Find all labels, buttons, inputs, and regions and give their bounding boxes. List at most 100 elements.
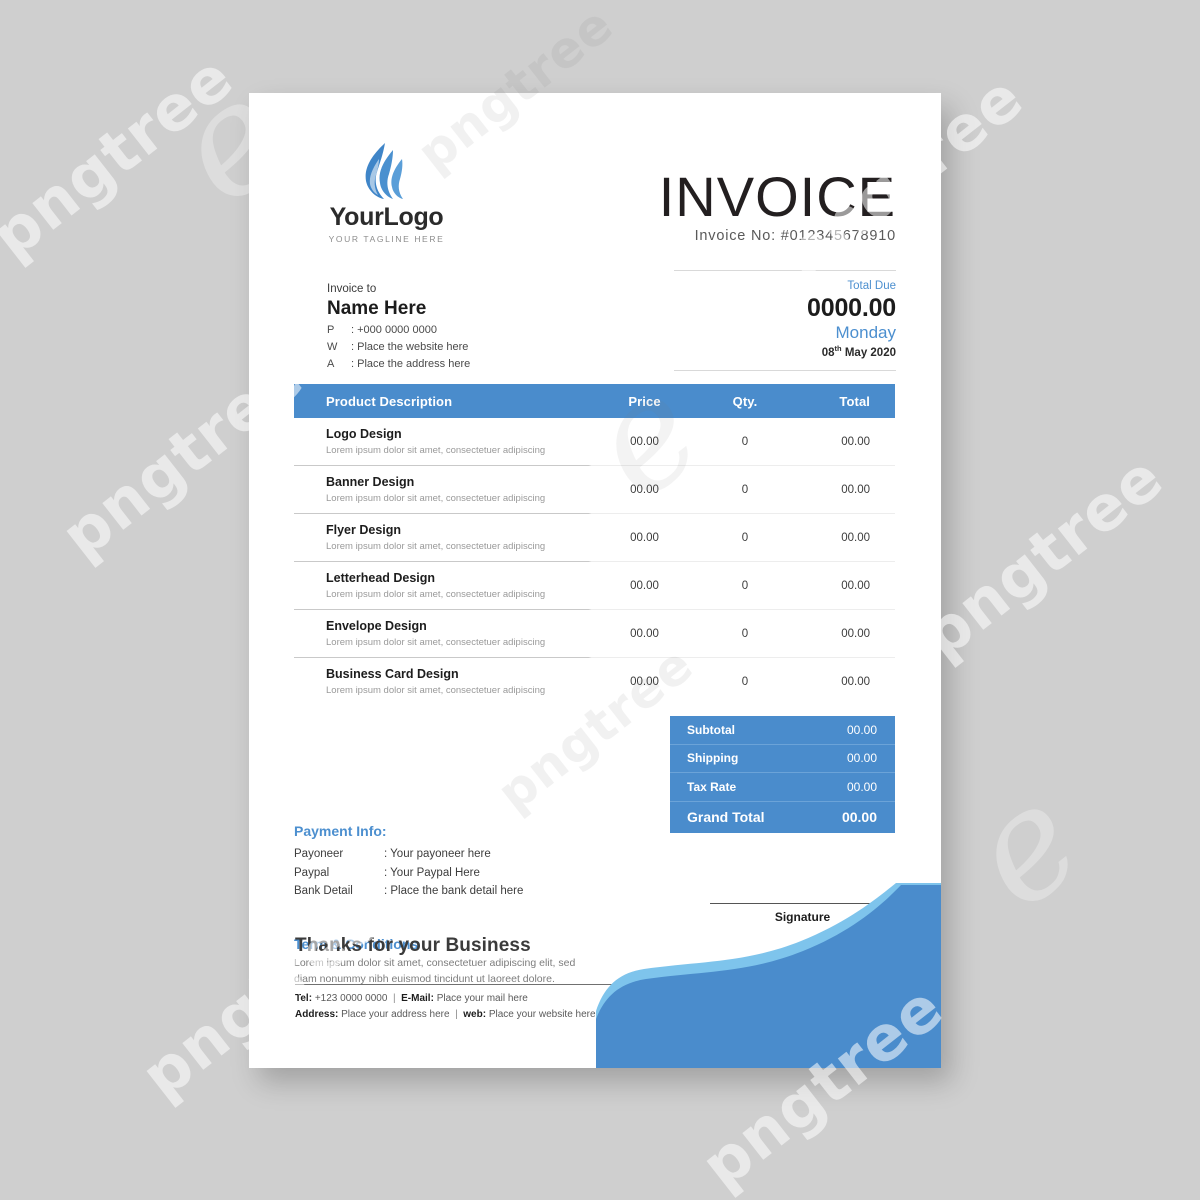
total-due-amount: 0000.00: [807, 293, 896, 322]
totals-value: 00.00: [846, 779, 877, 794]
contact-value: : Place the address here: [351, 357, 471, 370]
item-subtitle: Lorem ipsum dolor sit amet, consectetuer…: [326, 541, 546, 553]
item-price: 00.00: [630, 532, 659, 544]
totals-label: Tax Rate: [687, 779, 737, 794]
item-subtitle: Lorem ipsum dolor sit amet, consectetuer…: [326, 493, 546, 505]
item-qty: 0: [741, 436, 749, 448]
item-description-cell: Flyer Design Lorem ipsum dolor sit amet,…: [294, 522, 594, 555]
table-row: Letterhead Design Lorem ipsum dolor sit …: [294, 562, 895, 610]
contact-line-phone: P : +000 0000 0000: [327, 322, 470, 339]
contact-value: : +000 0000 0000: [351, 323, 437, 336]
watermark-text: pngtree: [0, 40, 247, 273]
item-name: Logo Design: [326, 426, 402, 441]
item-name: Letterhead Design: [326, 570, 436, 585]
column-header-price: Price: [628, 393, 661, 409]
footer-tel-label: Tel:: [295, 993, 313, 1004]
item-name: Envelope Design: [326, 618, 427, 633]
column-header-qty: Qty.: [732, 393, 758, 409]
totals-label: Shipping: [687, 751, 739, 766]
contact-key: W: [327, 340, 338, 353]
invoice-info-row: Invoice to Name Here P : +000 0000 0000 …: [249, 270, 941, 372]
column-header-description: Product Description: [326, 393, 453, 409]
contact-line-website: W : Place the website here: [327, 339, 470, 356]
contact-line-address: A : Place the address here: [327, 356, 470, 373]
item-description-cell: Logo Design Lorem ipsum dolor sit amet, …: [294, 426, 594, 459]
item-price: 00.00: [630, 676, 659, 688]
item-description-cell: Business Card Design Lorem ipsum dolor s…: [294, 666, 594, 699]
table-row: Flyer Design Lorem ipsum dolor sit amet,…: [294, 514, 895, 562]
table-row: Banner Design Lorem ipsum dolor sit amet…: [294, 466, 895, 514]
table-row: Business Card Design Lorem ipsum dolor s…: [294, 658, 895, 706]
payment-line-paypal: Paypal : Your Paypal Here: [294, 864, 614, 883]
items-table: Product Description Price Qty. Total Log…: [294, 384, 895, 706]
signature-line: [710, 903, 895, 904]
payment-key: Payoneer: [294, 848, 344, 860]
date-rest: May 2020: [844, 346, 896, 359]
payment-value: : Your Paypal Here: [384, 866, 480, 879]
total-due-block: Total Due 0000.00 Monday 08th May 2020: [674, 270, 896, 372]
footer-line-tel-email: Tel: +123 0000 0000 | E-Mail: Place your…: [295, 991, 615, 1007]
item-total: 00.00: [841, 436, 870, 448]
total-due-label: Total Due: [847, 280, 896, 292]
signature-label: Signature: [774, 910, 831, 924]
footer-contact-block: Tel: +123 0000 0000 | E-Mail: Place your…: [295, 984, 615, 1023]
date-suffix: th: [834, 343, 842, 353]
grand-total-value: 00.00: [841, 809, 877, 825]
item-price: 00.00: [630, 628, 659, 640]
watermark-mark: e: [935, 751, 1113, 943]
item-subtitle: Lorem ipsum dolor sit amet, consectetuer…: [326, 589, 546, 601]
payment-key: Bank Detail: [294, 885, 353, 898]
thanks-message: Thanks for your Business: [295, 935, 531, 956]
table-header-row: Product Description Price Qty. Total: [294, 384, 895, 418]
logo-tagline: YOUR TAGLINE HERE: [328, 234, 445, 244]
item-qty: 0: [741, 532, 749, 544]
item-total: 00.00: [841, 580, 870, 592]
item-qty: 0: [741, 628, 749, 640]
footer-address-label: Address:: [295, 1009, 339, 1021]
footer-line-address-web: Address: Place your address here | web: …: [295, 1007, 615, 1023]
contact-value: : Place the website here: [351, 340, 469, 353]
item-subtitle: Lorem ipsum dolor sit amet, consectetuer…: [326, 685, 546, 697]
item-qty: 0: [741, 580, 749, 592]
item-total: 00.00: [841, 532, 870, 544]
table-row: Logo Design Lorem ipsum dolor sit amet, …: [294, 418, 895, 466]
logo-name: YourLogo: [329, 203, 444, 231]
item-name: Flyer Design: [326, 522, 402, 537]
item-name: Business Card Design: [326, 666, 459, 681]
bill-to-block: Invoice to Name Here P : +000 0000 0000 …: [327, 282, 470, 373]
totals-row-subtotal: Subtotal 00.00: [670, 716, 895, 745]
totals-value: 00.00: [846, 751, 877, 766]
logo-block: YourLogo YOUR TAGLINE HERE: [294, 141, 479, 244]
footer-web-value: Place your website here: [488, 1009, 596, 1021]
totals-summary-box: Subtotal 00.00 Shipping 00.00 Tax Rate 0…: [670, 716, 895, 833]
item-price: 00.00: [630, 436, 659, 448]
invoice-page: YourLogo YOUR TAGLINE HERE INVOICE Invoi…: [249, 93, 941, 1068]
totals-value: 00.00: [846, 722, 877, 737]
contact-key: A: [327, 357, 335, 370]
payment-line-bank: Bank Detail : Place the bank detail here: [294, 882, 614, 901]
date-number: 08: [821, 346, 835, 359]
signature-block: Signature: [710, 903, 895, 924]
footer-web-label: web:: [463, 1009, 487, 1021]
payment-info-block: Payment Info: Payoneer : Your payoneer h…: [294, 823, 614, 901]
item-name: Banner Design: [326, 474, 415, 489]
item-description-cell: Banner Design Lorem ipsum dolor sit amet…: [294, 474, 594, 507]
footer-separator: |: [392, 993, 396, 1004]
invoice-number: Invoice No: #012345678910: [694, 228, 896, 245]
footer-email-label: E-Mail:: [401, 993, 434, 1004]
item-qty: 0: [741, 484, 749, 496]
terms-line: Lorem ipsum dolor sit amet, consectetuer…: [294, 957, 576, 969]
total-due-day: Monday: [835, 322, 896, 342]
totals-label: Subtotal: [687, 722, 735, 737]
payment-info-title: Payment Info:: [294, 823, 387, 839]
item-subtitle: Lorem ipsum dolor sit amet, consectetuer…: [326, 445, 546, 457]
totals-row-shipping: Shipping 00.00: [670, 745, 895, 773]
contact-key: P: [327, 323, 335, 336]
total-due-date: 08th May 2020: [674, 343, 896, 362]
flame-icon: [365, 143, 403, 199]
invoice-title-block: INVOICE Invoice No: #012345678910: [658, 165, 896, 245]
page-title: INVOICE: [658, 165, 896, 228]
totals-row-tax-rate: Tax Rate 00.00: [670, 773, 895, 802]
item-price: 00.00: [630, 580, 659, 592]
payment-value: : Your payoneer here: [384, 848, 491, 860]
